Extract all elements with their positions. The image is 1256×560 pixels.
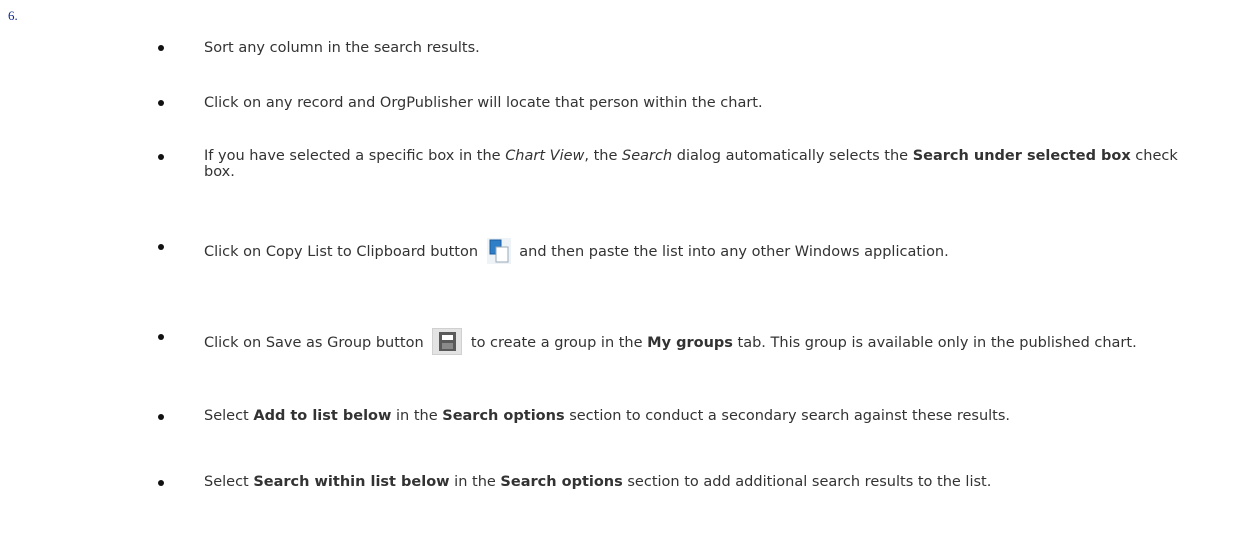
text-segment: section to add additional search results… xyxy=(622,474,992,490)
bullet-icon xyxy=(158,244,164,250)
search-options-term: Search options xyxy=(442,408,565,424)
list-item-text: Click on Save as Group button to create … xyxy=(204,328,1204,355)
bullet-icon xyxy=(158,154,164,160)
text-segment: Select xyxy=(204,474,254,490)
text-segment: to create a group in the xyxy=(466,335,648,351)
search-options-term: Search options xyxy=(500,474,623,490)
text-segment: tab. This group is available only in the… xyxy=(732,335,1137,351)
list-item-text: Select Add to list below in the Search o… xyxy=(204,408,1204,424)
text-segment: Click on Save as Group button xyxy=(204,335,429,351)
text-segment: in the xyxy=(449,474,501,490)
text-segment: If you have selected a specific box in t… xyxy=(204,148,506,164)
text-segment: dialog automatically selects the xyxy=(672,148,913,164)
step-number: 6. xyxy=(8,8,18,23)
bullet-icon xyxy=(158,414,164,420)
bullet-icon xyxy=(158,334,164,340)
bullet-icon xyxy=(158,45,164,51)
save-as-group-icon xyxy=(432,328,463,355)
copy-to-clipboard-icon xyxy=(486,238,511,264)
text-segment: Click on Copy List to Clipboard button xyxy=(204,244,483,260)
search-under-selected-box-term: Search under selected box xyxy=(912,148,1131,164)
chart-view-term: Chart View xyxy=(505,148,585,164)
list-item-text: Select Search within list below in the S… xyxy=(204,474,1204,490)
locate-record-tip: Click on any record and OrgPublisher wil… xyxy=(204,95,763,111)
search-within-list-below-term: Search within list below xyxy=(253,474,450,490)
list-item-text: If you have selected a specific box in t… xyxy=(204,148,1204,180)
text-segment: in the xyxy=(391,408,443,424)
list-item-text: Sort any column in the search results. xyxy=(204,40,1204,56)
sort-columns-tip: Sort any column in the search results. xyxy=(204,40,480,56)
list-item-text: Click on Copy List to Clipboard button a… xyxy=(204,238,1204,264)
bullet-icon xyxy=(158,480,164,486)
text-segment: , the xyxy=(584,148,622,164)
list-item-text: Click on any record and OrgPublisher wil… xyxy=(204,95,1204,111)
add-to-list-below-term: Add to list below xyxy=(253,408,392,424)
text-segment: section to conduct a secondary search ag… xyxy=(564,408,1011,424)
bullet-icon xyxy=(158,100,164,106)
text-segment: and then paste the list into any other W… xyxy=(514,244,949,260)
text-segment: Select xyxy=(204,408,254,424)
my-groups-term: My groups xyxy=(647,335,733,351)
search-term: Search xyxy=(622,148,673,164)
